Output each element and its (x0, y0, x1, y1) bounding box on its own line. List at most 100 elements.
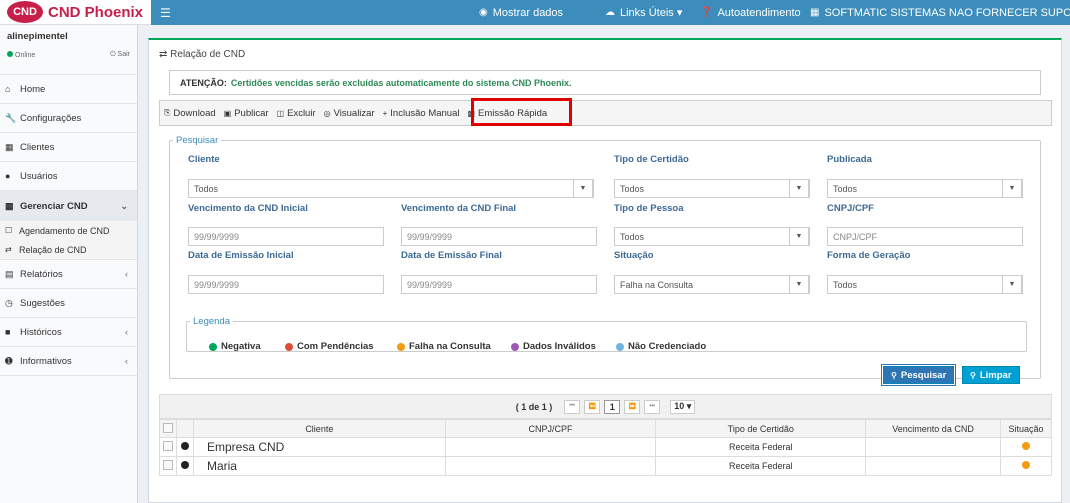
row-checkbox[interactable] (162, 460, 173, 470)
nav-label: Autoatendimento (717, 6, 801, 19)
publicar-button[interactable]: ▣ Publicar (220, 108, 273, 119)
col-situacao[interactable]: Situação (999, 419, 1053, 438)
prev-page-button[interactable]: ⏪ (584, 399, 601, 414)
menu-toggle-icon[interactable]: ☰ (160, 6, 171, 20)
search-icon: ⚲ (970, 370, 976, 380)
cell-cliente: Empresa CND (192, 437, 446, 457)
sidebar-item-sugestoes[interactable]: ◷ Sugestões (0, 289, 137, 318)
col-vencimento[interactable]: Vencimento da CND (865, 419, 1001, 438)
inclusao-manual-button[interactable]: + Inclusão Manual (379, 108, 464, 119)
pesquisar-button[interactable]: ⚲ Pesquisar (881, 365, 956, 385)
book-icon: ■ (5, 327, 11, 337)
emissao-inicial-label: Data de Emissão Inicial (188, 250, 294, 261)
venc-final-label: Vencimento da CND Final (401, 203, 517, 214)
download-icon: ⎘ (164, 108, 171, 117)
publicada-label: Publicada (827, 154, 872, 165)
sidebar-item-informativos[interactable]: ➊ Informativos ‹ (0, 347, 137, 376)
table-row[interactable]: Empresa CND Receita Federal (159, 437, 1053, 457)
results-table-wrap: ( 1 de 1 ) ⏮ ⏪ 1 ⏩ ⏭ 10 ▾ Cliente CNPJ/C… (159, 394, 1053, 476)
alert-message: Certidões vencidas serão excluídas autom… (230, 77, 572, 88)
cell-situacao (999, 437, 1053, 457)
status-dot-icon (616, 342, 624, 351)
download-button[interactable]: ⎘ Download (160, 108, 220, 119)
last-page-button[interactable]: ⏭ (644, 399, 661, 414)
sidebar-item-clientes[interactable]: ▦ Clientes (0, 133, 137, 162)
page-info: ( 1 de 1 ) (515, 401, 553, 412)
cliente-select[interactable]: Todos ▼ (188, 179, 594, 198)
nav-label: SOFTMATIC SISTEMAS NAO FORNECER SUPORTE … (824, 7, 1070, 19)
legend-invalidos: Dados Inválidos (511, 341, 596, 352)
venc-inicial-label: Vencimento da CND Inicial (188, 203, 308, 214)
sidebar-item-relatorios[interactable]: ▤ Relatórios ‹ (0, 260, 137, 289)
submenu-gerenciar-cnd: ☐ Agendamento de CND ⇄ Relação de CND (0, 221, 137, 260)
chevron-left-icon: ‹ (125, 327, 128, 337)
sidebar-item-configuracoes[interactable]: 🔧 Configurações (0, 104, 137, 133)
visualizar-button[interactable]: ◎ Visualizar (320, 108, 379, 119)
table-row[interactable]: Maria Receita Federal (159, 456, 1053, 476)
limpar-button[interactable]: ⚲ Limpar (962, 366, 1020, 384)
sidebar-item-usuarios[interactable]: ● Usuários (0, 162, 137, 191)
building-icon: ▦ (5, 141, 14, 152)
first-page-button[interactable]: ⏮ (564, 399, 581, 414)
legenda-fieldset: Legenda Negativa Com Pendências Falha na… (186, 316, 1027, 352)
publicada-select[interactable]: Todos ▼ (827, 179, 1023, 198)
forma-select[interactable]: Todos ▼ (827, 275, 1023, 294)
nav-autoatendimento[interactable]: ❓ Autoatendimento (700, 0, 801, 25)
eye-icon: ◉ (479, 7, 488, 18)
tipo-certidao-select[interactable]: Todos ▼ (614, 179, 810, 198)
cell-tipo: Receita Federal (655, 456, 867, 476)
excluir-button[interactable]: ◫ Excluir (273, 108, 320, 119)
row-checkbox[interactable] (162, 441, 173, 451)
col-tipo[interactable]: Tipo de Certidão (655, 419, 867, 438)
sidebar-item-home[interactable]: ⌂ Home (0, 75, 137, 104)
nav-company[interactable]: ▦ SOFTMATIC SISTEMAS NAO FORNECER SUPORT… (810, 0, 1070, 25)
caret-down-icon: ▼ (789, 179, 809, 198)
alert-label: ATENÇÃO: (180, 77, 227, 88)
venc-inicial-input[interactable]: 99/99/9999 (188, 227, 384, 246)
expand-row-icon[interactable] (180, 442, 189, 450)
next-page-button[interactable]: ⏩ (624, 399, 641, 414)
cell-vencimento (865, 437, 1001, 457)
emissao-final-input[interactable]: 99/99/9999 (401, 275, 597, 294)
user-name: alinepimentel (7, 31, 68, 42)
emissao-inicial-input[interactable]: 99/99/9999 (188, 275, 384, 294)
nav-label: Links Úteis ▾ (620, 7, 683, 19)
toolbar: ⎘ Download ▣ Publicar ◫ Excluir ◎ Visualizar… (159, 100, 1052, 126)
app-logo[interactable]: CND CND Phoenix (0, 0, 151, 25)
sidebar-item-historicos[interactable]: ■ Históricos ‹ (0, 318, 137, 347)
cliente-label: Cliente (188, 154, 220, 165)
view-icon: ◎ (323, 108, 331, 118)
caret-down-icon: ▼ (573, 179, 593, 198)
page-size-select[interactable]: 10 ▾ (670, 399, 696, 414)
chevron-left-icon: ‹ (125, 269, 128, 279)
logout-link[interactable]: ⏻ Sair (110, 51, 130, 59)
emissao-final-label: Data de Emissão Final (401, 250, 502, 261)
legenda-title: Legenda (193, 316, 230, 327)
col-cliente[interactable]: Cliente (192, 419, 446, 438)
situacao-select[interactable]: Falha na Consulta ▼ (614, 275, 810, 294)
calendar-icon: ☐ (5, 226, 13, 235)
sidebar-item-gerenciar-cnd[interactable]: ▦ Gerenciar CND ⌄ (0, 191, 137, 221)
select-all-header[interactable] (159, 419, 177, 438)
sidebar-subitem-agendamento[interactable]: ☐ Agendamento de CND (0, 221, 137, 240)
cell-tipo: Receita Federal (655, 437, 867, 457)
checkbox[interactable] (162, 422, 173, 433)
expand-header (175, 419, 194, 438)
legend-negativa: Negativa (209, 341, 261, 352)
legend-pendencias: Com Pendências (285, 341, 374, 352)
tipo-pessoa-select[interactable]: Todos ▼ (614, 227, 810, 246)
cnpj-input[interactable]: CNPJ/CPF (827, 227, 1023, 246)
current-page-button[interactable]: 1 (604, 399, 621, 414)
expand-row-icon[interactable] (180, 461, 189, 469)
user-status: Online (7, 51, 35, 59)
nav-links-uteis[interactable]: ☁ Links Úteis ▾ (605, 0, 682, 25)
wrench-icon: 🔧 (5, 112, 17, 123)
col-cnpj[interactable]: CNPJ/CPF (444, 419, 657, 438)
nav-mostrar-dados[interactable]: ◉ Mostrar dados (479, 0, 563, 25)
sidebar-subitem-relacao[interactable]: ⇄ Relação de CND (0, 240, 137, 259)
venc-final-input[interactable]: 99/99/9999 (401, 227, 597, 246)
cell-cnpj (444, 437, 657, 457)
cloud-icon: ☁ (605, 7, 615, 18)
nav-label: Mostrar dados (492, 6, 564, 19)
question-icon: ❓ (700, 7, 713, 18)
